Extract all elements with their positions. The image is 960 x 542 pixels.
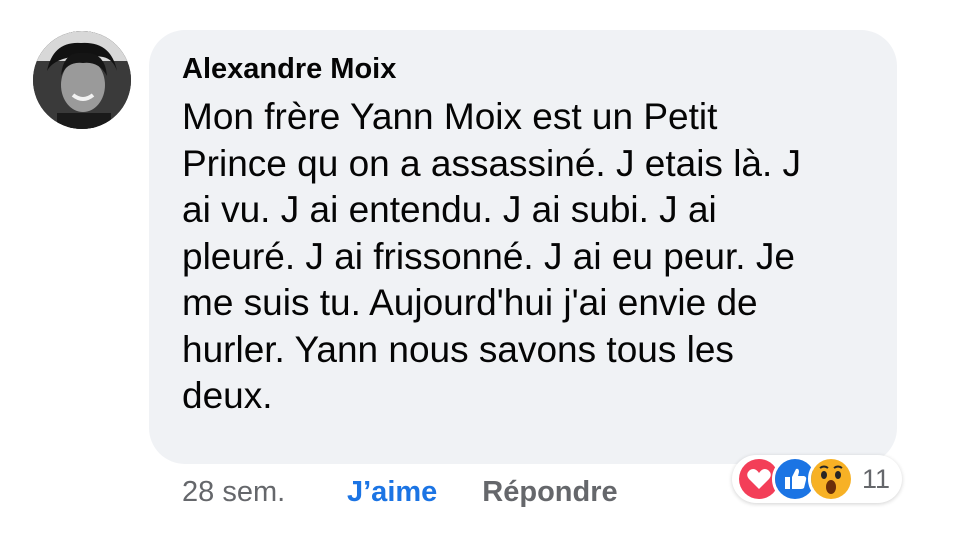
- comment-line: ai vu. J ai entendu. J ai subi. J ai: [182, 189, 717, 230]
- comment-author[interactable]: Alexandre Moix: [182, 50, 863, 88]
- comment-line: hurler. Yann nous savons tous les: [182, 328, 734, 370]
- comment-line: Mon frère Yann Moix est un Petit: [182, 96, 718, 137]
- comment-timestamp[interactable]: 28 sem.: [182, 476, 347, 509]
- comment-actions: 28 sem. J’aime Répondre: [182, 474, 618, 510]
- comment-line: me suis tu. Aujourd'hui j'ai envie de: [182, 282, 758, 323]
- like-button[interactable]: J’aime: [347, 476, 437, 509]
- avatar-photo: [33, 31, 131, 129]
- comment-line: deux.: [182, 375, 273, 416]
- wow-icon: [808, 456, 854, 502]
- reactions-summary[interactable]: 11: [732, 455, 902, 503]
- comment-text: Mon frère Yann Moix est un Petit Prince …: [182, 94, 863, 420]
- comment-line: Prince qu on a assassiné. J etais là. J: [182, 142, 802, 184]
- author-avatar[interactable]: [33, 31, 131, 129]
- comment-bubble: Alexandre Moix Mon frère Yann Moix est u…: [149, 30, 897, 464]
- reply-button[interactable]: Répondre: [482, 476, 617, 509]
- comment-line: pleuré. J ai frissonné. J ai eu peur. Je: [182, 235, 795, 277]
- reaction-count: 11: [862, 463, 891, 494]
